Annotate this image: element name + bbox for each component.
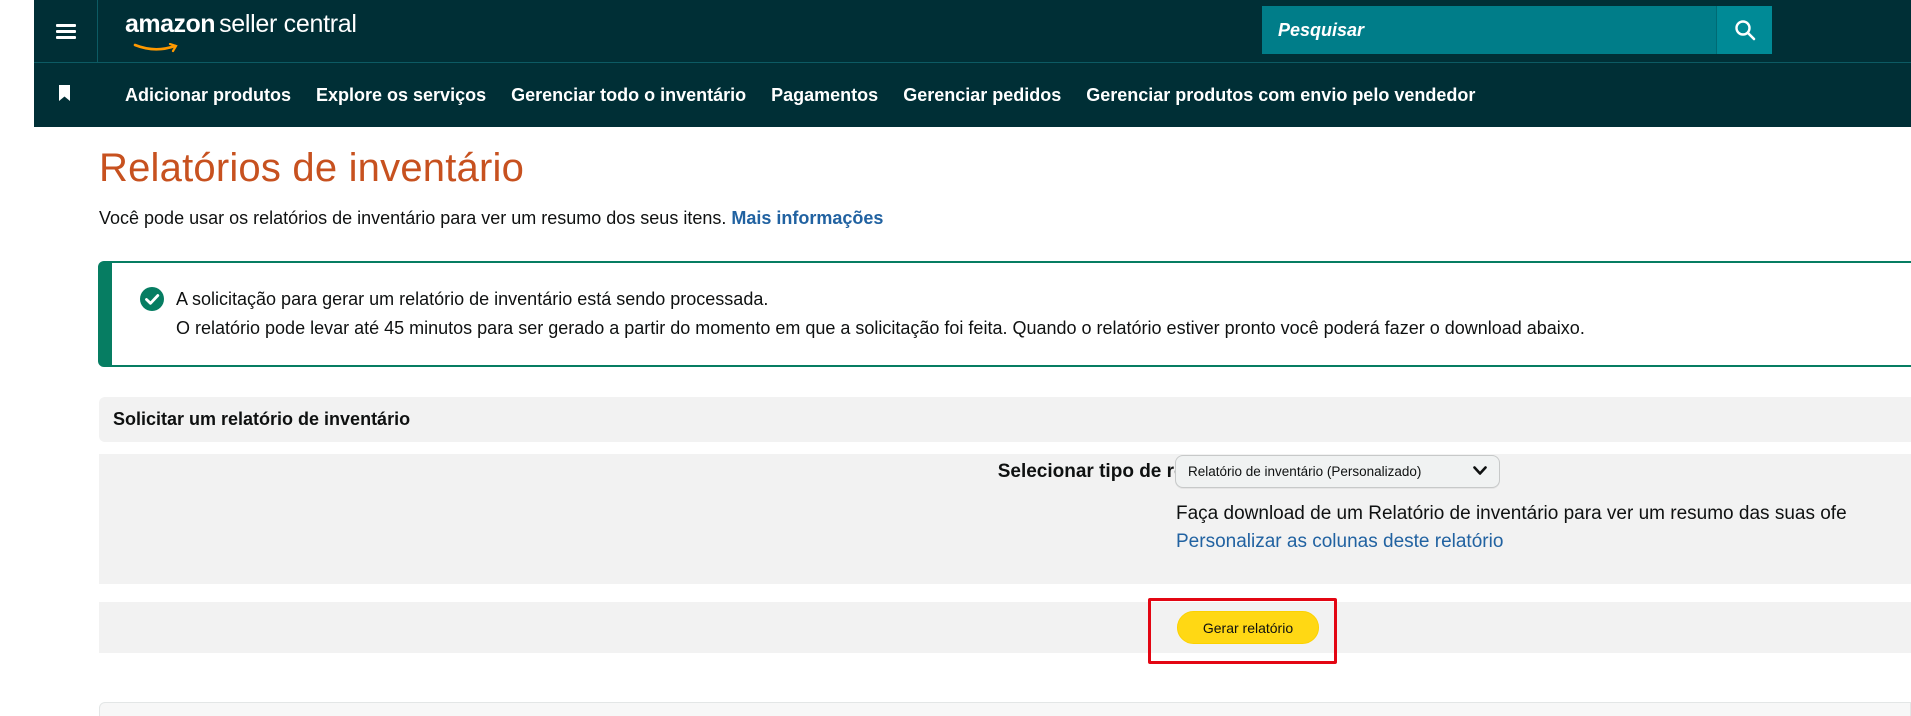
request-report-section-header: Solicitar um relatório de inventário [99,397,1911,442]
subtitle-text: Você pode usar os relatórios de inventár… [99,208,727,228]
alert-message: A solicitação para gerar um relatório de… [176,289,769,309]
search-button[interactable] [1716,6,1772,54]
nav-explore-services[interactable]: Explore os serviços [316,85,486,106]
search-bar [1262,6,1772,54]
check-circle-icon [140,287,164,311]
report-type-selected-value: Relatório de inventário (Personalizado) [1188,464,1422,479]
menu-button[interactable] [34,0,98,63]
section-title: Solicitar um relatório de inventário [113,409,411,429]
amazon-seller-central-logo[interactable]: amazon seller central [125,10,357,53]
nav-manage-seller-fulfilled[interactable]: Gerenciar produtos com envio pelo vended… [1086,85,1475,106]
logo-seller-central-text: seller central [219,10,357,38]
nav-links: Adicionar produtos Explore os serviços G… [125,63,1500,127]
bottom-panel [99,702,1911,716]
page-title: Relatórios de inventário [99,146,525,190]
hamburger-icon [55,24,76,39]
chevron-down-icon [1473,466,1487,475]
amazon-smile-icon [133,43,178,53]
top-header: amazon seller central [34,0,1911,63]
search-input[interactable] [1262,6,1716,54]
action-panel [99,602,1911,653]
success-alert: A solicitação para gerar um relatório de… [98,261,1911,367]
bookmark-icon[interactable] [58,85,71,102]
report-type-panel: Selecionar tipo de relatório: Relatório … [99,454,1911,584]
alert-detail: O relatório pode levar até 45 minutos pa… [176,318,1585,338]
search-icon [1734,20,1755,41]
nav-add-products[interactable]: Adicionar produtos [125,85,291,106]
navigation-bar: Adicionar produtos Explore os serviços G… [34,63,1911,127]
report-type-select[interactable]: Relatório de inventário (Personalizado) [1175,455,1500,488]
page-subtitle: Você pode usar os relatórios de inventár… [99,208,883,229]
generate-report-button[interactable]: Gerar relatório [1177,611,1319,644]
customize-columns-link[interactable]: Personalizar as colunas deste relatório [1176,531,1503,553]
nav-payments[interactable]: Pagamentos [771,85,878,106]
nav-manage-inventory[interactable]: Gerenciar todo o inventário [511,85,746,106]
report-description: Faça download de um Relatório de inventá… [1176,503,1847,524]
logo-amazon-text: amazon [125,10,216,38]
nav-manage-orders[interactable]: Gerenciar pedidos [903,85,1061,106]
more-info-link[interactable]: Mais informações [731,208,883,228]
